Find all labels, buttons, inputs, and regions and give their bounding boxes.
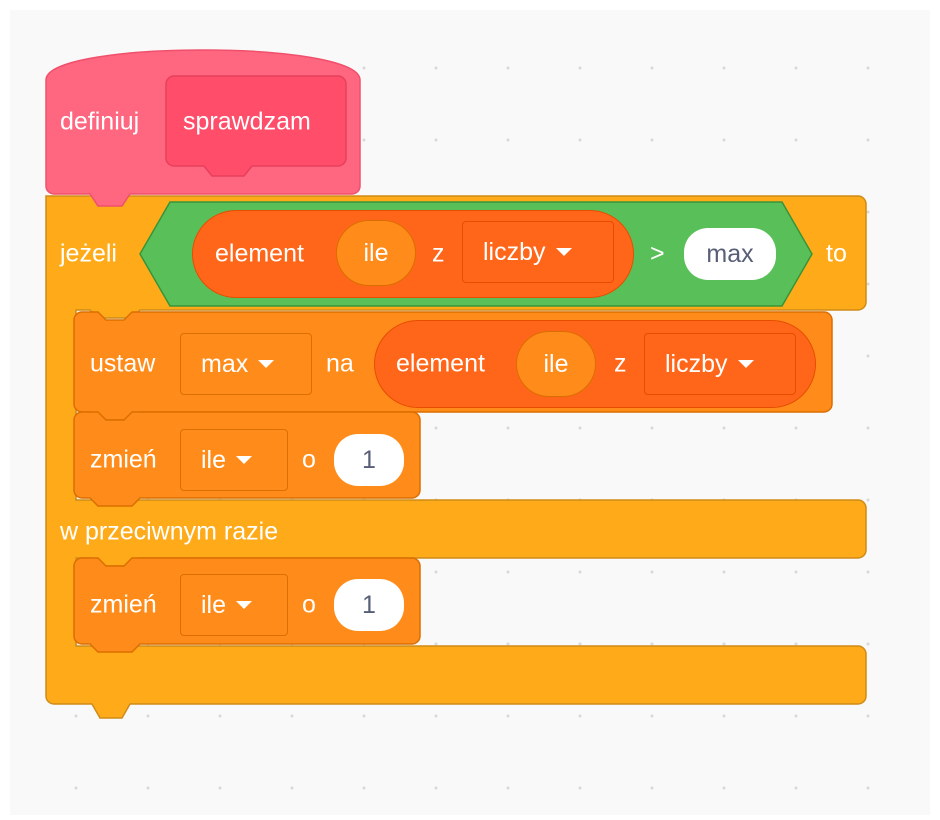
change-variable-dropdown[interactable]: ile — [180, 574, 288, 636]
change-value-field[interactable]: 1 — [334, 579, 404, 631]
change-block-2-shape[interactable] — [0, 0, 940, 820]
caret-down-icon — [236, 601, 253, 609]
change-variable-value: ile — [201, 590, 227, 619]
change-label: zmień — [90, 590, 157, 619]
by-label: o — [302, 590, 316, 619]
